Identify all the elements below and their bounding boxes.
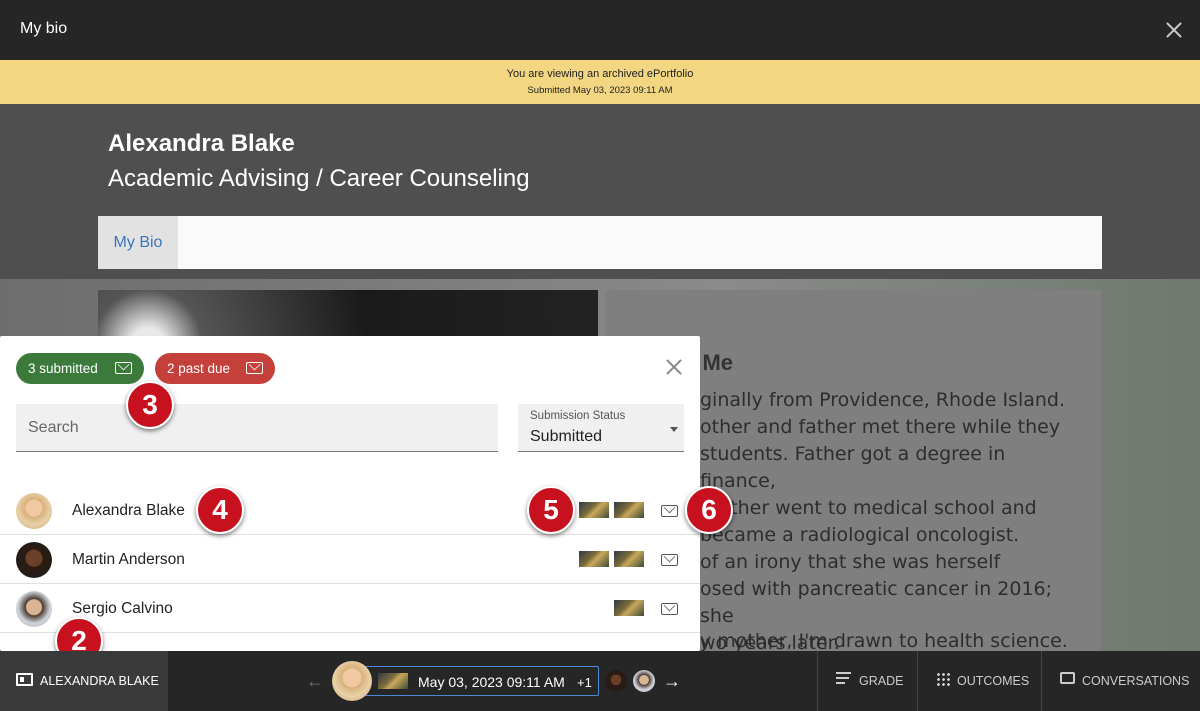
caret-down-icon xyxy=(670,427,678,432)
submission-thumbnail xyxy=(378,673,408,689)
student-name: Alexandra Blake xyxy=(72,502,185,519)
callout-badge: 6 xyxy=(685,486,733,534)
window-title: My bio xyxy=(20,20,68,37)
current-student-avatar xyxy=(332,661,372,701)
bottom-toolbar: ALEXANDRA BLAKE ← May 03, 2023 09:11 AM … xyxy=(0,651,1200,711)
portfolio-owner-name: Alexandra Blake xyxy=(108,130,295,157)
next-arrow-icon[interactable]: → xyxy=(663,672,681,690)
submitted-filter-button[interactable]: 3 submitted xyxy=(16,353,144,384)
callout-badge: 5 xyxy=(527,486,575,534)
portfolio-department: Academic Advising / Career Counseling xyxy=(108,165,530,192)
conversations-label: CONVERSATIONS xyxy=(1082,674,1190,688)
archived-banner: You are viewing an archived ePortfolio S… xyxy=(0,60,1200,104)
select-value: Submitted xyxy=(530,428,603,445)
select-label: Submission Status xyxy=(530,410,626,422)
outcomes-label: OUTCOMES xyxy=(957,674,1030,688)
tab-my-bio[interactable]: My Bio xyxy=(98,216,178,269)
message-student-icon[interactable] xyxy=(661,554,678,566)
mail-icon xyxy=(115,362,132,374)
outcomes-icon xyxy=(936,672,951,687)
submission-thumbnail[interactable] xyxy=(614,600,644,616)
callout-badge: 3 xyxy=(126,381,174,429)
grade-icon xyxy=(836,672,851,687)
avatar xyxy=(16,493,52,529)
portfolio-nav: My Bio xyxy=(98,216,1102,269)
submission-selector[interactable]: May 03, 2023 09:11 AM +1 xyxy=(363,666,599,696)
submission-thumbnail[interactable] xyxy=(579,551,609,567)
student-card-icon xyxy=(16,673,33,686)
callout-badge: 4 xyxy=(196,486,244,534)
previous-arrow-icon[interactable]: ← xyxy=(306,672,324,690)
more-submissions-count: +1 xyxy=(577,675,592,690)
close-icon[interactable] xyxy=(1162,18,1186,42)
banner-message: You are viewing an archived ePortfolio xyxy=(506,68,694,80)
student-name: Sergio Calvino xyxy=(72,600,173,617)
conversations-icon xyxy=(1060,672,1075,684)
mail-icon xyxy=(246,362,263,374)
avatar xyxy=(16,591,52,627)
grade-button[interactable]: GRADE xyxy=(817,651,917,711)
avatar xyxy=(16,542,52,578)
about-text-2: y mother, I'm drawn to health science. xyxy=(700,630,1068,651)
student-name: Martin Anderson xyxy=(72,551,185,568)
message-student-icon[interactable] xyxy=(661,603,678,615)
top-bar: My bio xyxy=(0,0,1200,60)
student-row[interactable]: Alexandra Blake xyxy=(0,486,700,535)
student-avatar[interactable] xyxy=(605,670,627,692)
grade-label: GRADE xyxy=(859,674,904,688)
submitted-count-label: 3 submitted xyxy=(28,361,98,376)
student-row[interactable]: Sergio Calvino xyxy=(0,584,700,633)
outcomes-button[interactable]: OUTCOMES xyxy=(917,651,1041,711)
past-due-count-label: 2 past due xyxy=(167,361,231,376)
banner-submitted-date: Submitted May 03, 2023 09:11 AM xyxy=(527,85,673,96)
submission-status-select[interactable]: Submission Status Submitted xyxy=(518,404,684,452)
submission-date: May 03, 2023 09:11 AM xyxy=(418,674,565,690)
student-selector-button[interactable]: ALEXANDRA BLAKE xyxy=(0,651,168,711)
message-student-icon[interactable] xyxy=(661,505,678,517)
popup-close-icon[interactable] xyxy=(664,357,684,377)
student-list-popup: 3 submitted 2 past due Submission Status… xyxy=(0,336,700,651)
student-row[interactable]: Martin Anderson xyxy=(0,535,700,584)
past-due-filter-button[interactable]: 2 past due xyxy=(155,353,275,384)
about-text: ginally from Providence, Rhode Island. o… xyxy=(700,389,1066,651)
student-selector-label: ALEXANDRA BLAKE xyxy=(40,674,159,688)
student-avatar[interactable] xyxy=(633,670,655,692)
student-search xyxy=(16,404,498,452)
submission-thumbnail[interactable] xyxy=(579,502,609,518)
search-input[interactable] xyxy=(16,404,498,451)
submission-thumbnail[interactable] xyxy=(614,551,644,567)
portfolio-header: Alexandra Blake Academic Advising / Care… xyxy=(0,104,1200,279)
conversations-button[interactable]: CONVERSATIONS xyxy=(1041,651,1200,711)
submission-thumbnail[interactable] xyxy=(614,502,644,518)
